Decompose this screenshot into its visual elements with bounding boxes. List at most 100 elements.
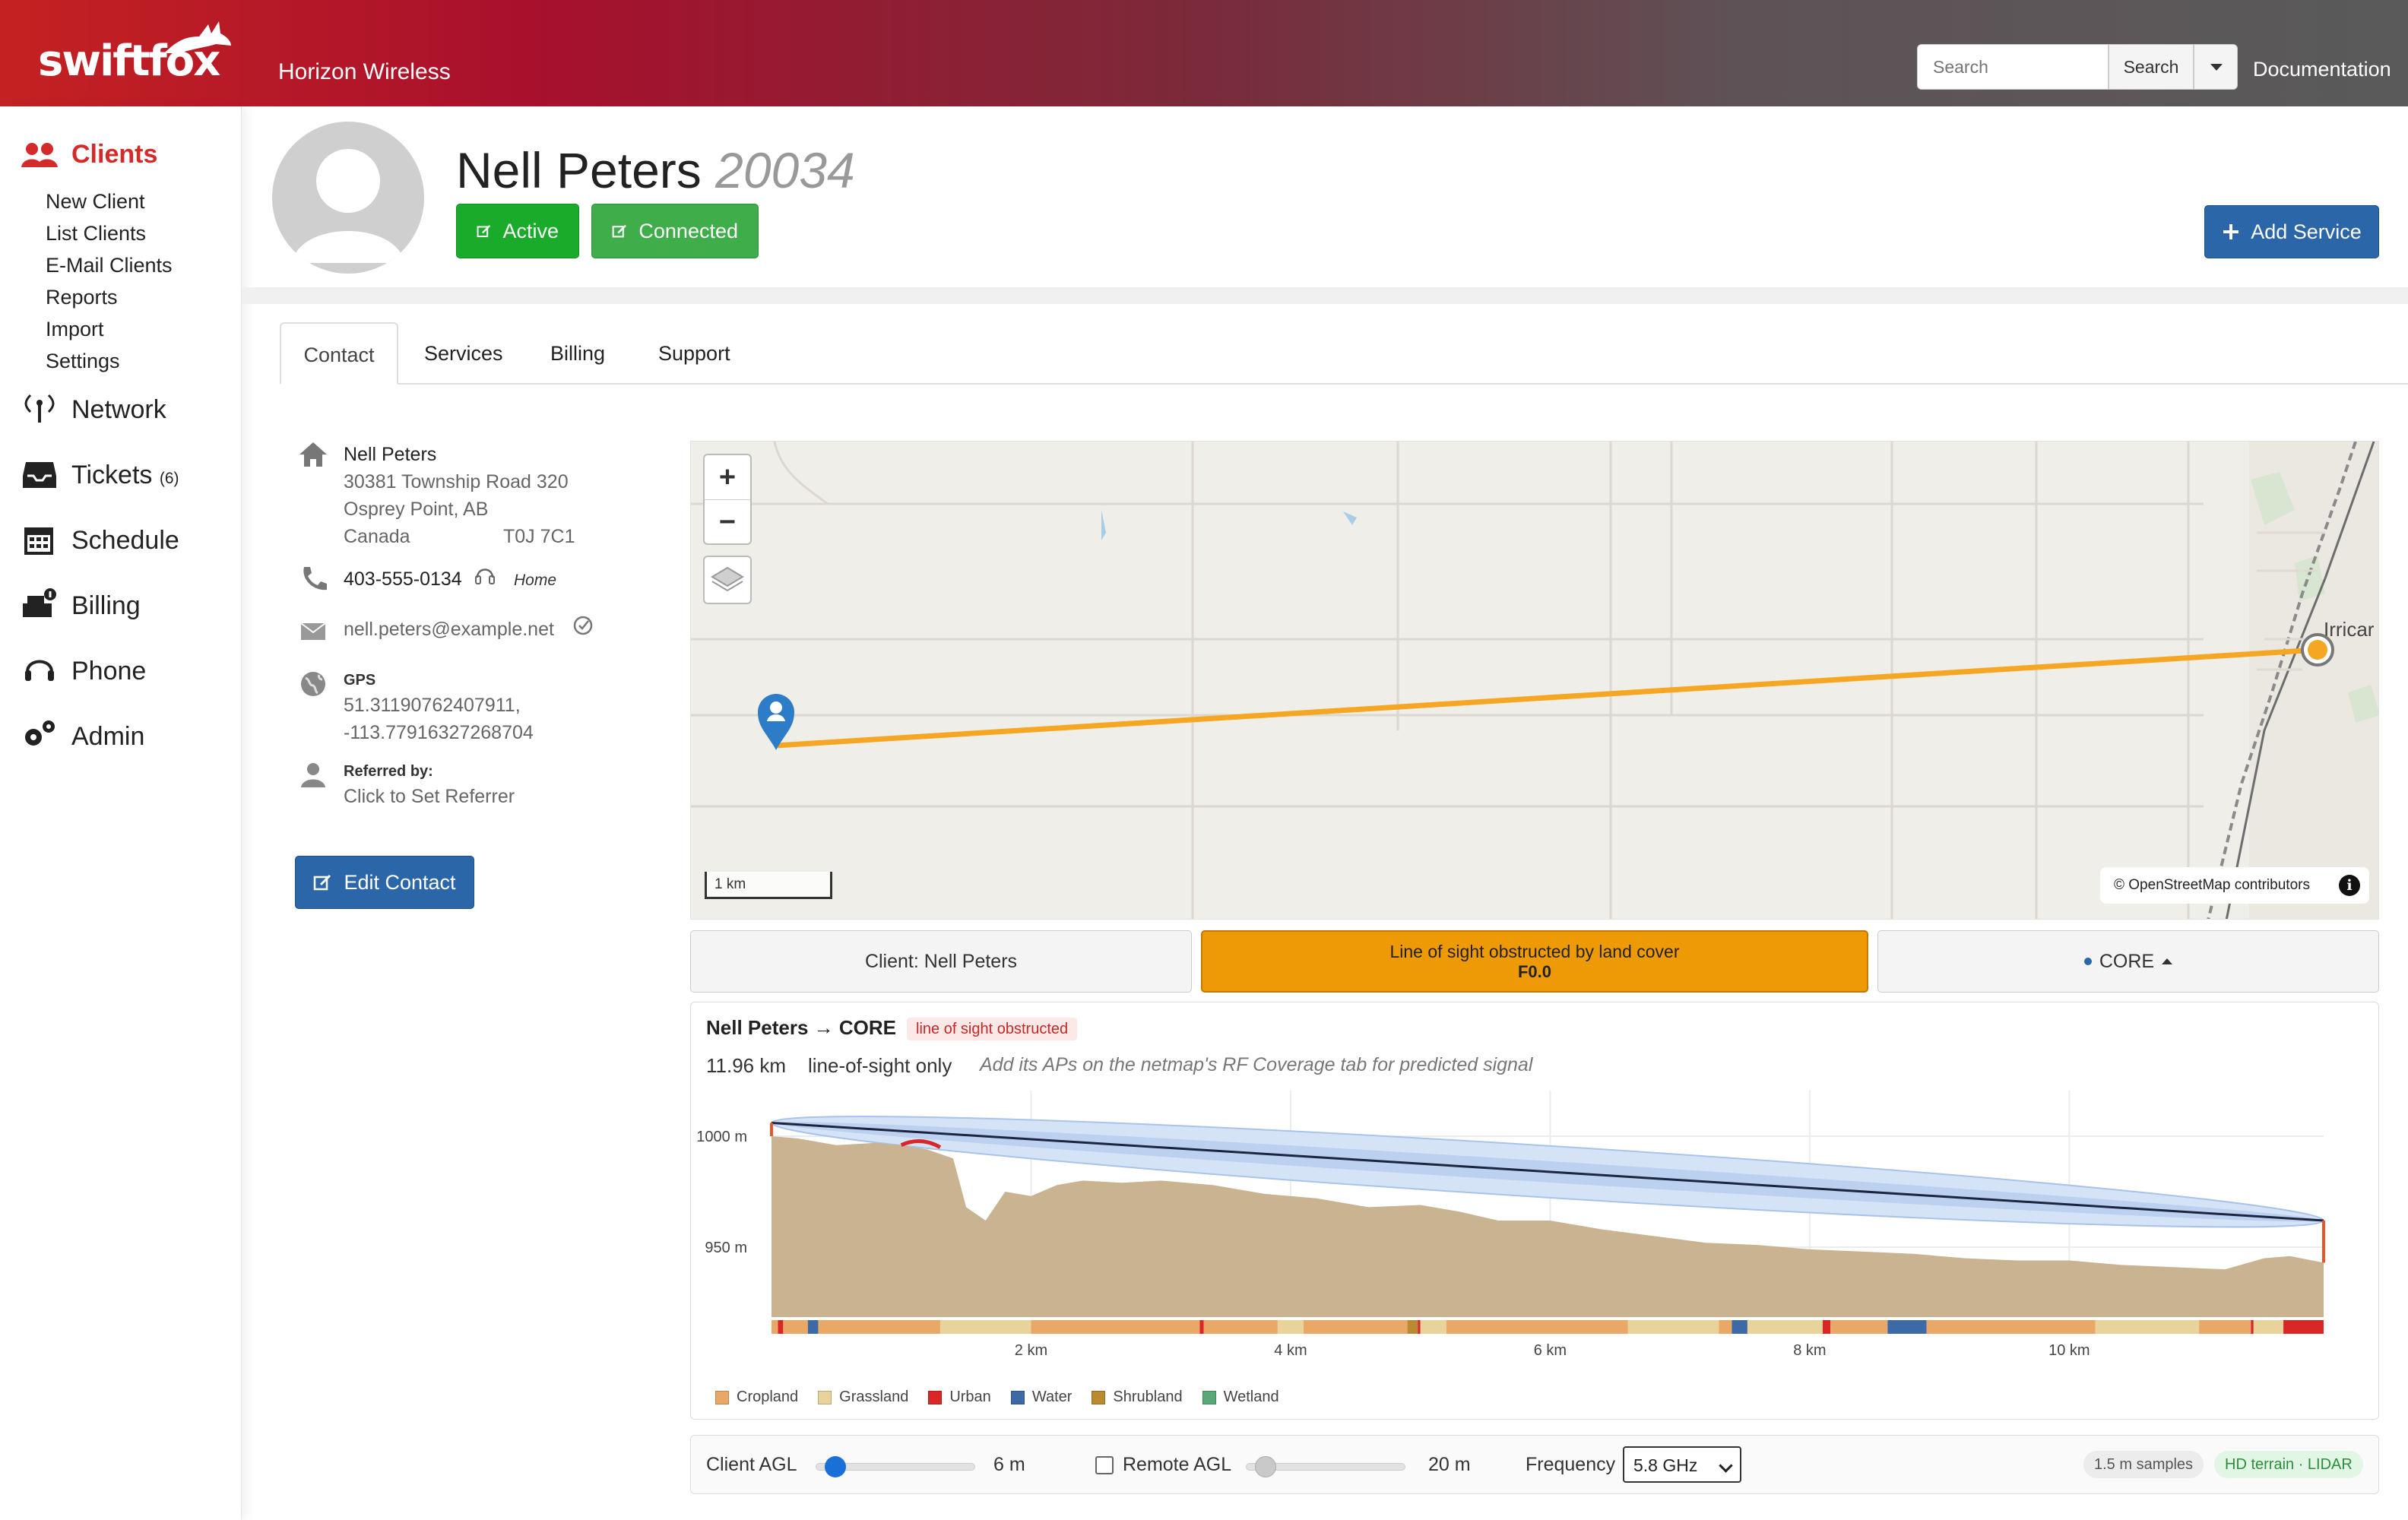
fresnel-value: F0.0	[1517, 961, 1552, 981]
address-line-1: 30381 Township Road 320	[344, 471, 569, 492]
sidebar-item-schedule[interactable]: Schedule	[71, 526, 179, 556]
home-icon	[299, 442, 327, 467]
attribution-text[interactable]: © OpenStreetMap contributors	[2114, 877, 2310, 894]
x-tick-label: 8 km	[1793, 1342, 1826, 1359]
link-status-banner[interactable]: Line of sight obstructed by land cover F…	[1201, 930, 1868, 993]
edit-icon	[477, 225, 491, 238]
search-options-dropdown[interactable]	[2194, 44, 2238, 90]
legend-item-urban: Urban	[928, 1389, 991, 1406]
land-cover-segment	[1420, 1320, 1446, 1334]
zoom-in-button[interactable]: +	[705, 455, 750, 499]
legend-label: Wetland	[1223, 1389, 1279, 1405]
frequency-select[interactable]: 5.8 GHz	[1623, 1446, 1741, 1483]
legend-label: Urban	[949, 1389, 991, 1405]
users-icon	[21, 143, 58, 167]
frequency-value: 5.8 GHz	[1633, 1455, 1698, 1475]
sidebar-subitem-reports[interactable]: Reports	[46, 286, 118, 309]
legend-label: Shrubland	[1113, 1389, 1183, 1405]
land-cover-segment	[1830, 1320, 1888, 1334]
cash-register-icon	[23, 588, 56, 617]
tab-billing[interactable]: Billing	[550, 322, 605, 385]
tab-services[interactable]: Services	[424, 322, 503, 385]
link-map[interactable]: Irricar + − 1 km © OpenStreetMap contrib…	[690, 441, 2379, 920]
email-verify-icon[interactable]	[572, 614, 594, 637]
land-cover-segment	[939, 1320, 1031, 1334]
client-agl-thumb[interactable]	[825, 1456, 847, 1477]
sidebar-item-billing[interactable]: Billing	[71, 591, 141, 621]
search-button[interactable]: Search	[2109, 44, 2194, 90]
site-dot-icon	[2083, 958, 2092, 965]
headset-icon[interactable]	[473, 564, 497, 588]
default-avatar-icon	[292, 149, 404, 263]
client-name-heading: Nell Peters 20034	[456, 141, 855, 199]
gps-label: GPS	[344, 672, 376, 689]
legend-label: Grassland	[839, 1389, 909, 1405]
sidebar-item-tickets[interactable]: Tickets (6)	[71, 461, 179, 490]
antenna-icon	[24, 394, 55, 423]
add-service-label: Add Service	[2251, 220, 2362, 243]
address-line-2: Osprey Point, AB	[344, 499, 489, 520]
client-location-marker[interactable]	[758, 694, 794, 750]
client-endpoint-button[interactable]: Client: Nell Peters	[690, 930, 1192, 993]
map-scale: 1 km	[705, 872, 832, 899]
land-cover-segment	[1747, 1320, 1823, 1334]
phone-icon	[303, 567, 327, 591]
contact-email[interactable]: nell.peters@example.net	[344, 619, 554, 641]
status-connected-label: Connected	[638, 219, 738, 242]
sidebar-subitem-email-clients[interactable]: E-Mail Clients	[46, 254, 173, 277]
sidebar-item-admin[interactable]: Admin	[71, 722, 144, 752]
land-cover-segment	[1719, 1320, 1732, 1334]
tickets-count-badge: (6)	[159, 470, 179, 487]
sidebar-subitem-settings[interactable]: Settings	[46, 350, 120, 373]
land-cover-segment	[1203, 1320, 1278, 1334]
add-service-button[interactable]: Add Service	[2204, 205, 2379, 258]
remote-agl-thumb[interactable]	[1255, 1456, 1277, 1477]
sample-resolution-badge: 1.5 m samples	[2083, 1451, 2204, 1478]
gps-longitude: -113.77916327268704	[344, 722, 534, 743]
referrer-link[interactable]: Click to Set Referrer	[344, 786, 515, 808]
x-tick-label: 2 km	[1015, 1342, 1047, 1359]
sidebar-item-clients[interactable]: Clients	[71, 140, 157, 169]
info-icon[interactable]: i	[2339, 875, 2360, 896]
phone-type-label: Home	[514, 572, 557, 589]
land-cover-segment	[1199, 1320, 1204, 1334]
user-icon	[301, 763, 325, 787]
edit-icon	[612, 224, 626, 238]
inbox-icon	[23, 462, 56, 488]
legend-item-cropland: Cropland	[715, 1389, 798, 1406]
legend-swatch	[928, 1390, 943, 1404]
terrain-source-badge: HD terrain · LIDAR	[2214, 1451, 2363, 1478]
envelope-icon	[300, 622, 326, 640]
documentation-link[interactable]: Documentation	[2253, 58, 2391, 81]
legend-label: Cropland	[737, 1389, 799, 1405]
link-overlay	[758, 633, 2334, 750]
land-cover-segment	[818, 1320, 940, 1334]
contact-phone[interactable]: 403-555-0134	[344, 568, 462, 591]
layers-button[interactable]	[703, 556, 752, 604]
remote-site-label: CORE	[2099, 950, 2155, 972]
sidebar-subitem-new-client[interactable]: New Client	[46, 190, 145, 214]
sidebar-item-network[interactable]: Network	[71, 395, 166, 425]
land-cover-segment	[1822, 1320, 1831, 1334]
land-cover-segment	[2283, 1320, 2324, 1334]
tab-support[interactable]: Support	[658, 322, 730, 385]
sidebar-subitem-import[interactable]: Import	[46, 318, 104, 341]
globe-icon	[301, 672, 325, 696]
header-divider	[242, 287, 2408, 304]
zoom-out-button[interactable]: −	[705, 499, 750, 543]
remote-agl-checkbox[interactable]	[1095, 1456, 1114, 1474]
core-site-marker[interactable]	[2301, 633, 2334, 667]
remote-site-dropdown[interactable]: CORE	[1877, 930, 2379, 993]
tab-contact[interactable]: Contact	[280, 322, 398, 385]
status-connected-button[interactable]: Connected	[591, 204, 759, 258]
client-agl-label: Client AGL	[706, 1454, 797, 1475]
sidebar-item-phone[interactable]: Phone	[71, 657, 146, 686]
status-active-button[interactable]: Active	[456, 204, 579, 258]
sidebar-subitem-list-clients[interactable]: List Clients	[46, 222, 146, 245]
zoom-control: + −	[703, 454, 752, 545]
land-cover-segment	[1277, 1320, 1304, 1334]
search-input[interactable]	[1917, 44, 2109, 90]
legend-swatch	[1010, 1390, 1025, 1404]
edit-contact-button[interactable]: Edit Contact	[295, 856, 474, 909]
legend-swatch	[1202, 1390, 1216, 1404]
